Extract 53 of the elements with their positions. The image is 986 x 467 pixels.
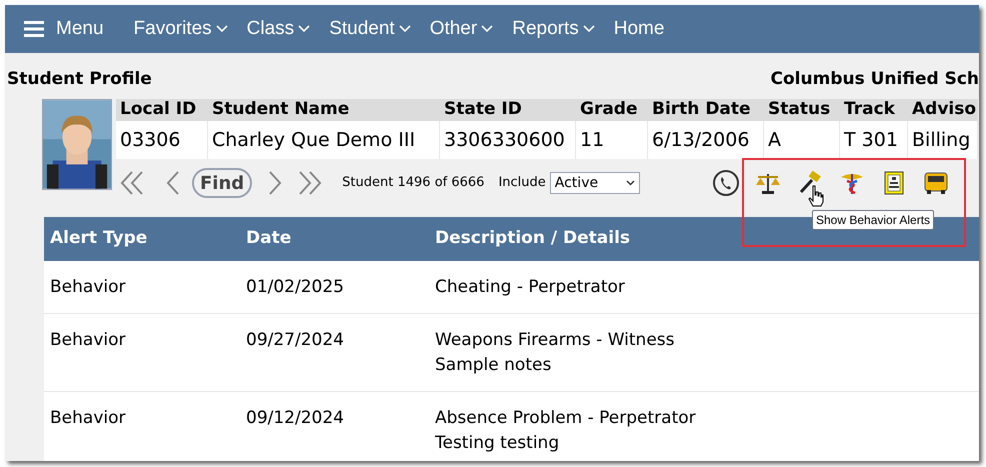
tooltip: Show Behavior Alerts <box>812 210 934 230</box>
table-cell-text: Cheating - Perpetrator <box>435 276 625 299</box>
table-cell: 6/13/2006 <box>648 121 764 159</box>
table-cell-text: Behavior <box>49 406 126 430</box>
alert-details: Sample notes <box>435 354 552 377</box>
alert-details: Testing testing <box>435 432 560 455</box>
next-icon[interactable] <box>268 170 282 196</box>
column-header: Description / Details <box>434 227 632 250</box>
previous-icon[interactable] <box>166 170 180 196</box>
column-header: Track <box>843 98 896 122</box>
column-header: Adviso <box>911 98 978 122</box>
column-header: Grade <box>579 98 639 122</box>
nav-menu-item[interactable]: Class <box>246 14 310 44</box>
page-title: Student Profile <box>7 69 152 89</box>
phone-icon[interactable] <box>712 169 740 197</box>
table-cell: 3306330600 <box>440 121 576 159</box>
table-cell: 11 <box>576 121 648 159</box>
table-cell-text: Behavior <box>49 328 126 352</box>
nav-menu-item[interactable]: Home <box>614 14 664 44</box>
table-cell-text: 09/12/2024 <box>245 406 345 430</box>
table-cell-text: Weapons Firearms - Witness <box>435 328 674 352</box>
table-cell: Charley Que Demo III <box>208 121 440 159</box>
menu-button[interactable]: Menu <box>24 14 104 44</box>
last-icon[interactable] <box>298 170 322 196</box>
column-header: Local ID <box>119 98 198 122</box>
column-header: Status <box>767 98 832 122</box>
column-header: Student Name <box>211 98 350 122</box>
student-counter: Student 1496 of 6666 <box>342 174 484 192</box>
table-cell-text: Behavior <box>49 276 126 299</box>
column-header: Alert Type <box>49 227 148 250</box>
nav-menu-item[interactable]: Reports <box>512 14 595 44</box>
nav-menu-item[interactable]: Other <box>430 14 494 44</box>
table-cell-text: 01/02/2025 <box>245 276 345 299</box>
hand-cursor-icon <box>808 185 824 207</box>
menu-icon <box>24 21 44 37</box>
column-header: State ID <box>443 98 523 122</box>
find-button[interactable]: Find <box>192 168 252 198</box>
table-cell-text: Absence Problem - Perpetrator <box>435 406 696 430</box>
column-header: Date <box>245 227 292 250</box>
bus-icon[interactable] <box>922 170 950 196</box>
column-header: Birth Date <box>651 98 752 122</box>
table-cell-text: 09/27/2024 <box>245 328 345 352</box>
chevron-down-icon <box>626 180 635 186</box>
table-cell: 03306 <box>116 121 208 159</box>
school-name: Columbus Unified Sch <box>770 69 979 89</box>
nav-menu-item[interactable]: Student <box>329 14 411 44</box>
include-label: Include <box>498 174 546 192</box>
nav-menu-item[interactable]: Favorites <box>134 14 228 44</box>
table-cell: A <box>764 121 840 159</box>
first-icon[interactable] <box>120 170 144 196</box>
table-cell: Billing <box>908 121 978 159</box>
table-cell: T 301 <box>840 121 908 159</box>
include-dropdown[interactable]: Active <box>550 172 640 194</box>
